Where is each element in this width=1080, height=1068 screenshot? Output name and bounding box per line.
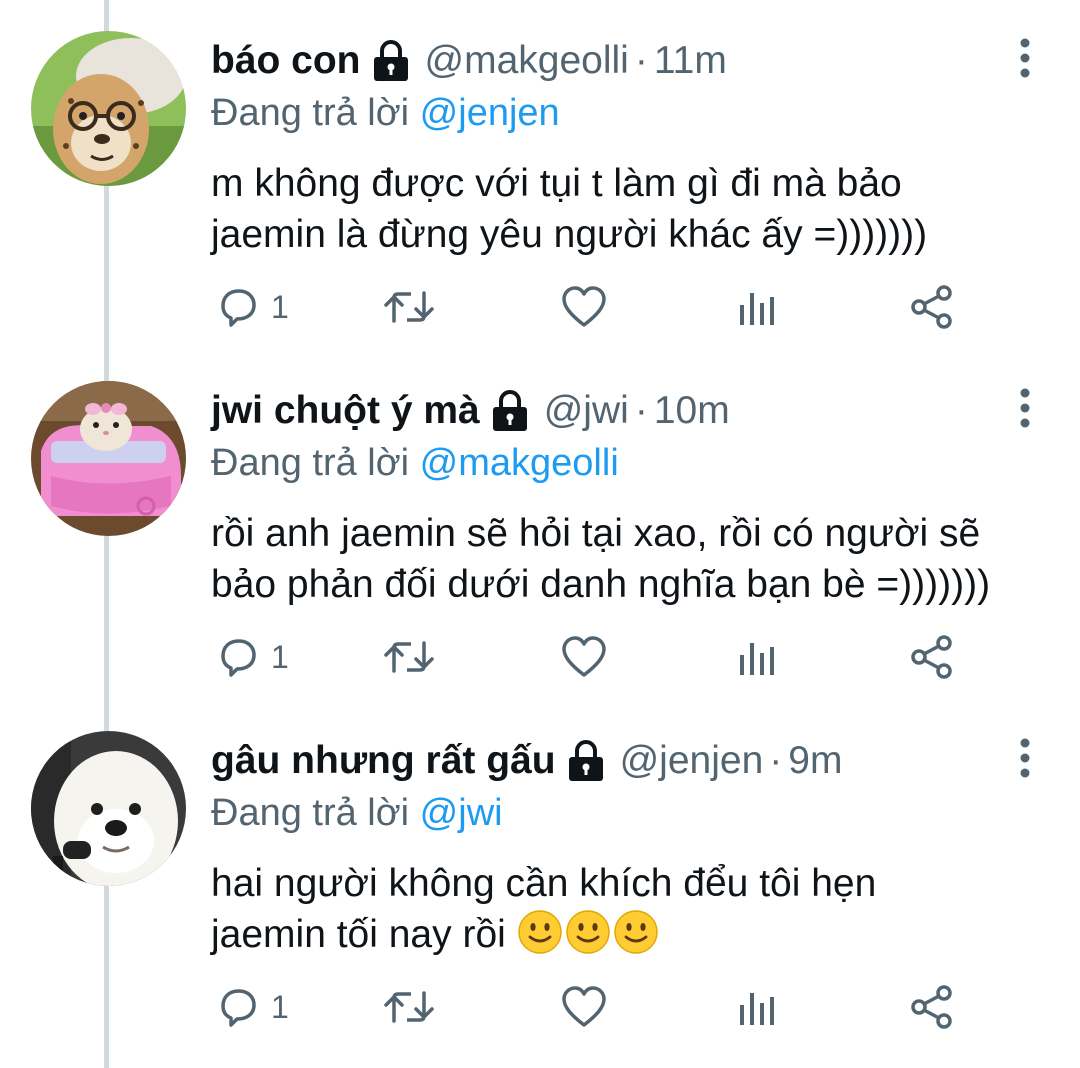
reply-button[interactable]: 1 <box>215 632 289 682</box>
tweet-text-line: jaemin tối nay rồi <box>211 913 506 956</box>
tweet-actions: 1 <box>211 632 971 682</box>
separator-dot: · <box>634 39 648 82</box>
slightly-smiling-face-icon <box>613 910 658 954</box>
reply-icon <box>221 639 256 677</box>
replying-to-label: Đang trả lời <box>211 442 410 484</box>
retweet-button[interactable] <box>383 282 435 332</box>
like-button[interactable] <box>561 982 607 1032</box>
tweet[interactable]: báo con @makgeolli · 11m Đang trả lời @j… <box>0 0 1080 350</box>
timestamp[interactable]: 11m <box>654 36 727 86</box>
slightly-smiling-face-icon <box>565 910 610 954</box>
replying-to: Đang trả lời @jenjen <box>211 88 1040 138</box>
retweet-icon <box>384 641 434 673</box>
author-name[interactable]: jwi chuột ý mà <box>211 386 480 436</box>
avatar-hamster[interactable] <box>31 381 186 536</box>
lock-icon <box>568 740 603 781</box>
separator-dot: · <box>769 739 783 782</box>
tweet-actions: 1 <box>211 282 971 332</box>
lock-icon <box>492 390 527 431</box>
tweet[interactable]: gâu nhưng rất gấu @jenjen · 9m Đang trả … <box>0 700 1080 1050</box>
analytics-icon <box>740 293 774 325</box>
share-button[interactable] <box>909 982 955 1032</box>
replying-to: Đang trả lời @makgeolli <box>211 438 1040 488</box>
tweet-text-line: m không được với tụi t làm gì đi mà bảo <box>211 162 902 205</box>
analytics-button[interactable] <box>738 632 778 682</box>
tweet-text-line-with-emoji: jaemin tối nay rồi <box>211 909 1040 960</box>
tweet-text: rồi anh jaemin sẽ hỏi tại xao, rồi có ng… <box>211 508 1040 610</box>
lock-icon <box>373 40 408 81</box>
author-name[interactable]: gâu nhưng rất gấu <box>211 736 556 786</box>
author-handle[interactable]: @jwi <box>544 386 629 436</box>
reply-button[interactable]: 1 <box>215 282 289 332</box>
avatar-samoyed[interactable] <box>31 731 186 886</box>
retweet-icon <box>384 991 434 1023</box>
share-icon <box>911 635 952 679</box>
replying-to: Đang trả lời @jwi <box>211 788 1040 838</box>
analytics-button[interactable] <box>738 282 778 332</box>
mention-link[interactable]: @jwi <box>420 792 503 834</box>
tweet-text-line: bảo phản đối dưới danh nghĩa bạn bè =)))… <box>211 563 991 606</box>
author-handle[interactable]: @jenjen <box>620 736 764 786</box>
analytics-icon <box>740 643 774 675</box>
tweet-actions: 1 <box>211 982 971 1032</box>
tweet-text-line: hai người không cần khích đểu tôi hẹn <box>211 862 877 905</box>
timestamp[interactable]: 9m <box>788 736 842 786</box>
tweet-text: hai người không cần khích đểu tôi hẹn ja… <box>211 858 1040 960</box>
tweet[interactable]: jwi chuột ý mà @jwi · 10m Đang trả lời @… <box>0 350 1080 700</box>
like-button[interactable] <box>561 632 607 682</box>
analytics-button[interactable] <box>738 982 778 1032</box>
share-icon <box>911 285 952 329</box>
retweet-icon <box>384 291 434 323</box>
tweet-text: m không được với tụi t làm gì đi mà bảo … <box>211 158 1040 260</box>
mention-link[interactable]: @jenjen <box>420 92 560 134</box>
share-button[interactable] <box>909 282 955 332</box>
replying-to-label: Đang trả lời <box>211 92 410 134</box>
retweet-button[interactable] <box>383 632 435 682</box>
more-vertical-icon[interactable] <box>1018 738 1032 778</box>
like-button[interactable] <box>561 282 607 332</box>
share-button[interactable] <box>909 632 955 682</box>
reply-count: 1 <box>271 288 289 325</box>
reply-icon <box>221 289 256 327</box>
more-vertical-icon[interactable] <box>1018 388 1032 428</box>
reply-count: 1 <box>271 988 289 1025</box>
retweet-button[interactable] <box>383 982 435 1032</box>
heart-icon <box>562 986 606 1027</box>
reply-icon <box>221 989 256 1027</box>
avatar-cheetah[interactable] <box>31 31 186 186</box>
tweet-text-line: rồi anh jaemin sẽ hỏi tại xao, rồi có ng… <box>211 512 981 555</box>
reply-button[interactable]: 1 <box>215 982 289 1032</box>
share-icon <box>911 985 952 1029</box>
analytics-icon <box>740 993 774 1025</box>
replying-to-label: Đang trả lời <box>211 792 410 834</box>
heart-icon <box>562 636 606 677</box>
slightly-smiling-face-icon <box>517 910 562 954</box>
reply-count: 1 <box>271 638 289 675</box>
separator-dot: · <box>634 389 648 432</box>
mention-link[interactable]: @makgeolli <box>420 442 619 484</box>
tweet-text-line: jaemin là đừng yêu người khác ấy =))))))… <box>211 213 928 256</box>
heart-icon <box>562 286 606 327</box>
more-vertical-icon[interactable] <box>1018 38 1032 78</box>
author-handle[interactable]: @makgeolli <box>425 36 629 86</box>
timestamp[interactable]: 10m <box>654 386 730 436</box>
author-name[interactable]: báo con <box>211 36 361 86</box>
